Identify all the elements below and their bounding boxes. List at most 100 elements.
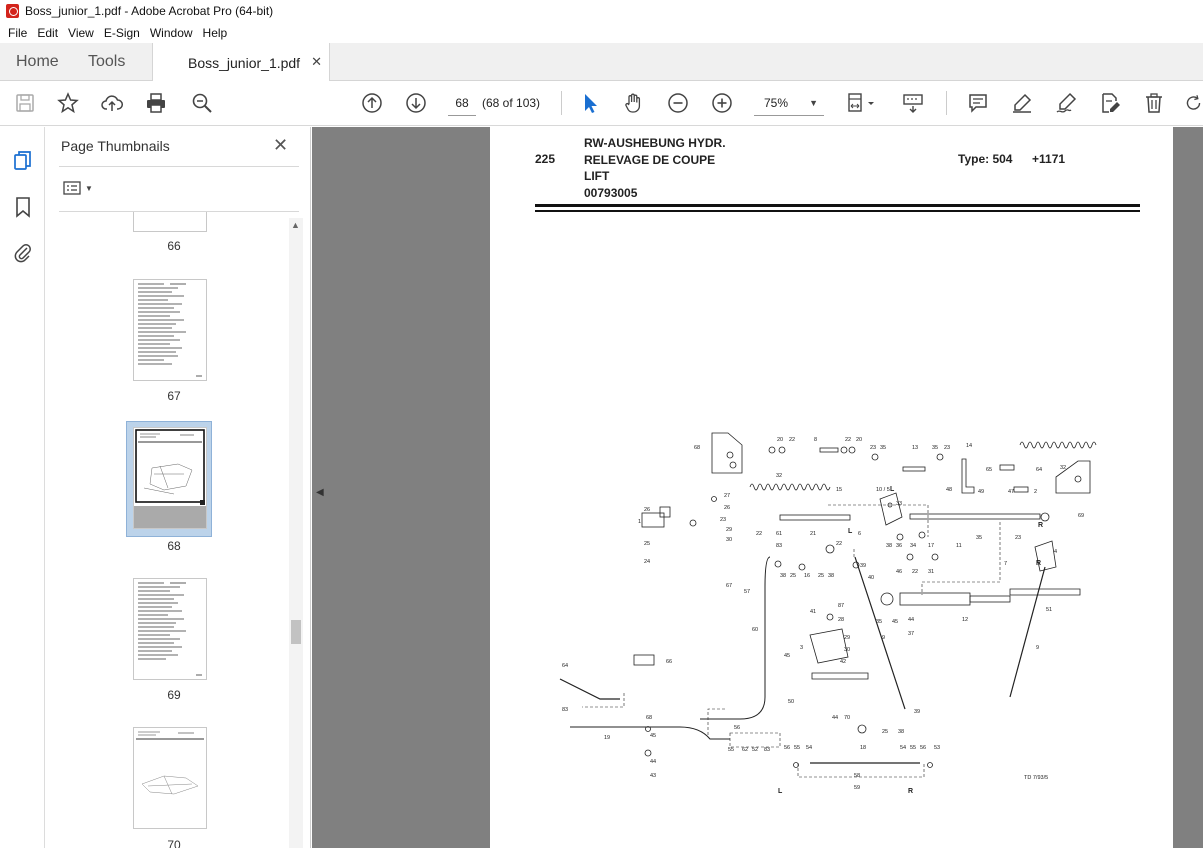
- edit-pdf-icon[interactable]: [1098, 91, 1122, 115]
- svg-text:59: 59: [854, 785, 860, 791]
- svg-text:22: 22: [912, 569, 918, 575]
- page-thumbnails-icon[interactable]: [11, 149, 35, 173]
- next-page-icon[interactable]: [404, 91, 428, 115]
- menu-help[interactable]: Help: [198, 26, 233, 40]
- page-thumbnails-panel: Page Thumbnails ✕ ▼ 66 67 68 69 70 ▲: [45, 127, 311, 848]
- svg-text:32: 32: [776, 473, 782, 479]
- thumbnail-page[interactable]: [133, 212, 207, 232]
- thumbnail-label: 67: [167, 389, 181, 403]
- tab-home[interactable]: Home: [16, 43, 59, 81]
- rotate-icon[interactable]: [1184, 91, 1203, 115]
- svg-text:45: 45: [892, 619, 898, 625]
- panel-title: Page Thumbnails: [61, 138, 170, 154]
- svg-text:56: 56: [920, 745, 926, 751]
- svg-text:32: 32: [1060, 465, 1066, 471]
- scroll-mode-icon[interactable]: [900, 91, 928, 115]
- upload-cloud-icon[interactable]: [100, 91, 124, 115]
- svg-text:64: 64: [1036, 467, 1042, 473]
- svg-text:38: 38: [898, 729, 904, 735]
- svg-text:26: 26: [644, 507, 650, 513]
- svg-text:R: R: [908, 788, 913, 795]
- svg-text:7: 7: [1004, 561, 1007, 567]
- svg-text:9: 9: [1036, 645, 1039, 651]
- menu-view[interactable]: View: [63, 26, 99, 40]
- svg-text:1: 1: [638, 519, 641, 525]
- menu-bar: File Edit View E-Sign Window Help: [0, 22, 1203, 43]
- tab-document[interactable]: Boss_junior_1.pdf ✕: [152, 43, 330, 82]
- svg-text:14: 14: [966, 443, 972, 449]
- svg-text:41: 41: [810, 609, 816, 615]
- svg-text:44: 44: [832, 715, 838, 721]
- print-icon[interactable]: [144, 91, 168, 115]
- select-cursor-icon[interactable]: [578, 91, 602, 115]
- collapse-panel-icon[interactable]: ◀: [316, 487, 324, 498]
- menu-edit[interactable]: Edit: [32, 26, 63, 40]
- side-label-left: L: [778, 788, 783, 795]
- zoom-search-icon[interactable]: [190, 91, 214, 115]
- previous-page-icon[interactable]: [360, 91, 384, 115]
- page-number-input[interactable]: 68: [448, 90, 476, 116]
- svg-text:25: 25: [818, 573, 824, 579]
- svg-text:83: 83: [562, 707, 568, 713]
- title-bar: Boss_junior_1.pdf - Adobe Acrobat Pro (6…: [0, 0, 1203, 22]
- svg-text:45: 45: [650, 733, 656, 739]
- svg-text:11: 11: [956, 543, 962, 549]
- menu-esign[interactable]: E-Sign: [99, 26, 145, 40]
- thumbnail-page-selected[interactable]: [133, 427, 207, 529]
- svg-text:54: 54: [806, 745, 812, 751]
- svg-text:37: 37: [908, 631, 914, 637]
- svg-text:52: 52: [752, 747, 758, 753]
- window-title: Boss_junior_1.pdf - Adobe Acrobat Pro (6…: [25, 4, 274, 18]
- svg-text:47: 47: [1008, 489, 1014, 495]
- close-icon[interactable]: ✕: [273, 135, 288, 156]
- svg-text:26: 26: [724, 505, 730, 511]
- fit-page-icon[interactable]: [844, 91, 878, 115]
- svg-text:4: 4: [1054, 549, 1057, 555]
- sign-pen-icon[interactable]: [1054, 91, 1078, 115]
- svg-text:28: 28: [838, 617, 844, 623]
- svg-text:31: 31: [928, 569, 934, 575]
- close-tab-icon[interactable]: ✕: [311, 54, 322, 70]
- bookmarks-icon[interactable]: [11, 195, 35, 219]
- machine-type: Type: 504: [958, 152, 1013, 166]
- toolbar: 68 (68 of 103) 75% ▼: [0, 81, 1203, 126]
- svg-text:29: 29: [726, 527, 732, 533]
- bookmark-star-icon[interactable]: [56, 91, 80, 115]
- delete-trash-icon[interactable]: [1142, 91, 1166, 115]
- thumbnail-page[interactable]: [133, 578, 207, 680]
- hand-tool-icon[interactable]: [622, 91, 646, 115]
- highlight-pen-icon[interactable]: [1010, 91, 1034, 115]
- svg-text:56: 56: [784, 745, 790, 751]
- comment-icon[interactable]: [966, 91, 990, 115]
- svg-text:83: 83: [776, 543, 782, 549]
- svg-text:19: 19: [604, 735, 610, 741]
- svg-text:51: 51: [1046, 607, 1052, 613]
- toolbar-divider: [946, 91, 947, 115]
- svg-text:9: 9: [882, 635, 885, 641]
- thumbnail-options-button[interactable]: ▼: [63, 181, 93, 195]
- thumbnail-scrollbar[interactable]: ▲: [289, 218, 303, 848]
- svg-text:2: 2: [1034, 489, 1037, 495]
- svg-text:20: 20: [856, 437, 862, 443]
- heading-line: LIFT: [584, 169, 610, 183]
- scroll-up-icon[interactable]: ▲: [291, 220, 300, 230]
- zoom-level-value: 75%: [764, 96, 789, 110]
- tab-bar: Home Tools Boss_junior_1.pdf ✕: [0, 43, 1203, 82]
- svg-text:R: R: [1038, 522, 1043, 529]
- svg-text:62: 62: [742, 747, 748, 753]
- thumbnail-page[interactable]: [133, 279, 207, 381]
- svg-text:10 / 5: 10 / 5: [876, 487, 890, 493]
- save-icon[interactable]: [13, 91, 37, 115]
- menu-file[interactable]: File: [3, 26, 32, 40]
- svg-text:25: 25: [644, 541, 650, 547]
- attachments-paperclip-icon[interactable]: [11, 240, 35, 264]
- zoom-level-select[interactable]: 75% ▼: [754, 90, 824, 116]
- thumbnail-page[interactable]: [133, 727, 207, 829]
- zoom-out-icon[interactable]: [666, 91, 690, 115]
- tab-tools[interactable]: Tools: [88, 43, 125, 81]
- menu-window[interactable]: Window: [145, 26, 198, 40]
- zoom-in-icon[interactable]: [710, 91, 734, 115]
- svg-text:20: 20: [777, 437, 783, 443]
- svg-text:54: 54: [900, 745, 906, 751]
- scrollbar-thumb[interactable]: [291, 620, 301, 644]
